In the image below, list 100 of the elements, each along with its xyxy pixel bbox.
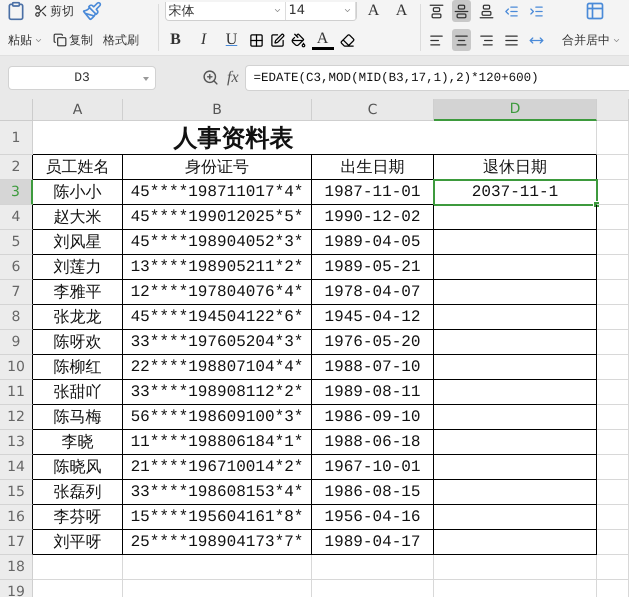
row-header[interactable]: 13 — [0, 430, 33, 455]
table-cell: 赵大米 — [33, 205, 123, 230]
row-header[interactable]: 10 — [0, 355, 33, 380]
empty-cell — [597, 230, 629, 255]
formula-field[interactable]: =EDATE(C3,MOD(MID(B3,17,1),2)*120+600) — [244, 64, 629, 90]
row-header[interactable]: 12 — [0, 405, 33, 430]
row-header[interactable]: 17 — [0, 530, 33, 555]
align-right-icon — [478, 32, 494, 48]
caret-icon — [342, 6, 352, 15]
font-selector[interactable]: 宋体 14 — [164, 2, 356, 20]
empty-cell — [597, 205, 629, 230]
row-header[interactable]: 9 — [0, 330, 33, 355]
table-cell: 1989-04-17 — [312, 530, 434, 555]
font-name-field[interactable]: 宋体 — [166, 2, 286, 20]
table-cell: 11****198806184*1* — [123, 430, 312, 455]
empty-cell — [597, 280, 629, 305]
copy-icon — [53, 33, 67, 47]
table-cell: 45****198711017*4* — [123, 180, 312, 205]
table-cell: 张龙龙 — [33, 305, 123, 330]
row-header[interactable]: 7 — [0, 280, 33, 305]
table-cell: 陈小小 — [33, 180, 123, 205]
table-cell: 22****198807104*4* — [123, 355, 312, 380]
scissors-icon — [34, 4, 48, 18]
fill-color-icon[interactable] — [290, 32, 306, 48]
cell-style-icon[interactable] — [270, 32, 284, 48]
table-cell: 1989-08-11 — [312, 380, 434, 405]
empty-cell — [597, 380, 629, 405]
empty-cell — [597, 255, 629, 280]
font-size-field[interactable]: 14 — [286, 2, 356, 20]
table-cell: 33****198608153*4* — [123, 480, 312, 505]
empty-cell — [597, 180, 629, 205]
zoom-icon[interactable] — [202, 69, 219, 86]
column-header[interactable]: B — [123, 99, 312, 121]
merge-cells-icon[interactable] — [584, 1, 605, 21]
cut-button[interactable]: 剪切 — [32, 0, 76, 22]
empty-cell — [597, 355, 629, 380]
decrease-indent-icon — [504, 4, 519, 18]
eraser-icon[interactable] — [340, 32, 354, 48]
table-cell: 1956-04-16 — [312, 505, 434, 530]
column-header[interactable]: C — [312, 99, 434, 121]
empty-cell — [597, 480, 629, 505]
font-color-button[interactable]: A — [312, 30, 334, 50]
row-header[interactable]: 18 — [0, 555, 33, 580]
table-cell: 刘莲力 — [33, 255, 123, 280]
merge-center-button[interactable]: 合并居中 — [560, 29, 624, 51]
table-cell: 1987-11-01 — [312, 180, 434, 205]
row-header[interactable]: 15 — [0, 480, 33, 505]
table-cell: 45****194504122*6* — [123, 305, 312, 330]
empty-cell — [597, 530, 629, 555]
row-header[interactable]: 19 — [0, 580, 33, 597]
align-bottom-icon — [478, 4, 494, 18]
italic-button[interactable]: I — [192, 29, 214, 51]
empty-cell — [597, 430, 629, 455]
clipboard-icon[interactable] — [6, 1, 26, 21]
table-cell: 2037-11-1 — [434, 180, 597, 205]
align-top-icon — [428, 4, 444, 18]
alignment-button[interactable] — [452, 29, 471, 51]
alignment-button[interactable] — [452, 0, 471, 22]
row-header[interactable]: 11 — [0, 380, 33, 405]
shrink-font-button[interactable]: A — [390, 0, 412, 22]
align-left-icon — [428, 32, 444, 48]
align-center-icon — [454, 32, 469, 48]
increase-indent-icon — [528, 4, 544, 18]
grow-font-button[interactable]: A — [362, 0, 384, 22]
table-cell: 1988-07-10 — [312, 355, 434, 380]
empty-cell — [597, 555, 629, 580]
empty-cell — [597, 305, 629, 330]
sheet-title: 人事资料表 — [33, 121, 434, 155]
column-heading: 员工姓名 — [33, 155, 123, 180]
row-header[interactable]: 4 — [0, 205, 33, 230]
row-header[interactable]: 8 — [0, 305, 33, 330]
empty-cell — [597, 155, 629, 180]
table-cell: 陈呀欢 — [33, 330, 123, 355]
column-header[interactable]: A — [33, 99, 123, 121]
table-cell: 1990-12-02 — [312, 205, 434, 230]
table-cell: 33****198908112*2* — [123, 380, 312, 405]
row-header[interactable]: 2 — [0, 155, 33, 180]
row-header[interactable]: 5 — [0, 230, 33, 255]
table-cell: 1945-04-12 — [312, 305, 434, 330]
row-header[interactable]: 6 — [0, 255, 33, 280]
paste-button[interactable]: 粘贴 — [6, 29, 45, 51]
table-cell: 13****198905211*2* — [123, 255, 312, 280]
row-header[interactable]: 16 — [0, 505, 33, 530]
justify-icon — [504, 32, 519, 48]
row-header[interactable]: 14 — [0, 455, 33, 480]
empty-cell — [597, 405, 629, 430]
name-box[interactable]: D3 — [8, 66, 156, 90]
empty-cell — [597, 455, 629, 480]
align-middle-icon — [454, 4, 469, 18]
borders-icon[interactable] — [248, 32, 264, 48]
table-cell: 李晓 — [33, 430, 123, 455]
bold-button[interactable]: B — [164, 29, 186, 51]
row-header[interactable]: 1 — [0, 121, 33, 155]
underline-button[interactable]: U — [220, 29, 242, 51]
format-painter-button[interactable]: 格式刷 — [101, 29, 141, 51]
fx-label[interactable]: fx — [227, 68, 239, 86]
table-cell: 25****198904173*7* — [123, 530, 312, 555]
paintbrush-icon[interactable] — [82, 1, 102, 21]
copy-button[interactable]: 复制 — [51, 29, 95, 51]
table-cell: 1986-09-10 — [312, 405, 434, 430]
